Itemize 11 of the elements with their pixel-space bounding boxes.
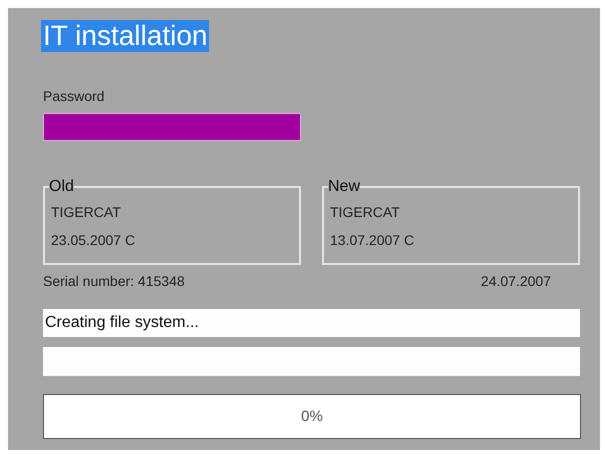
version-date: 13.07.2007 C <box>330 232 416 248</box>
status-field: Creating file system... <box>43 309 580 337</box>
password-label: Password <box>43 88 104 104</box>
progress-reading: 0% <box>301 408 323 425</box>
window-title: IT installation <box>41 20 210 52</box>
password-field[interactable] <box>43 113 301 141</box>
serial-number: Serial number: 415348 <box>43 273 185 289</box>
version-date: 23.05.2007 C <box>51 232 136 248</box>
date-text: 24.07.2007 <box>480 273 551 289</box>
version-name: TIGERCAT <box>51 204 122 220</box>
version-name: TIGERCAT <box>330 204 401 220</box>
